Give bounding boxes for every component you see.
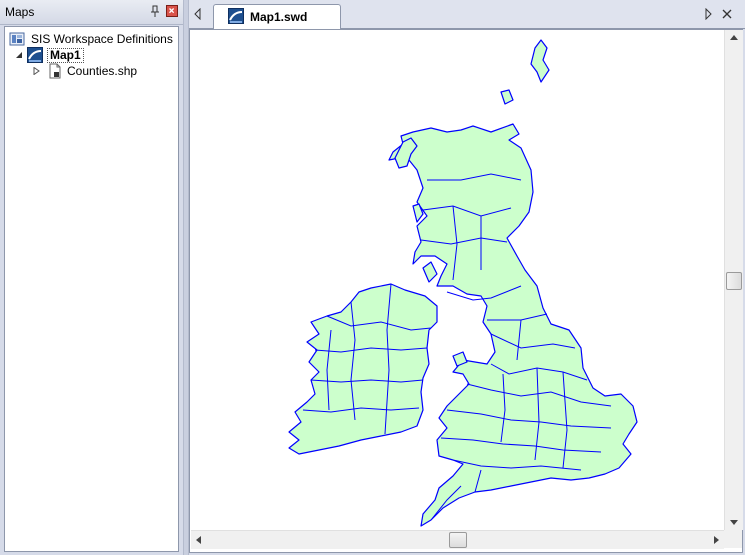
- tree-item-root-label: SIS Workspace Definitions: [31, 32, 173, 46]
- horizontal-scrollbar[interactable]: [191, 530, 724, 549]
- map-icon: [228, 8, 244, 24]
- scroll-down-icon[interactable]: [726, 514, 742, 530]
- scroll-left-icon[interactable]: [191, 532, 207, 548]
- tab-map1[interactable]: Map1.swd: [213, 4, 341, 29]
- scroll-right-icon[interactable]: [708, 532, 724, 548]
- tree-item-map1-label: Map1: [47, 48, 84, 63]
- collapse-arrow-icon[interactable]: [15, 51, 23, 59]
- shapefile-icon: [49, 63, 61, 79]
- maps-pane-header: Maps: [0, 0, 183, 25]
- scrollbar-corner: [724, 530, 742, 548]
- chevron-right-icon[interactable]: [703, 8, 713, 20]
- scroll-up-icon[interactable]: [726, 30, 742, 46]
- workspace-tree: SIS Workspace Definitions Map1 Counties.…: [4, 26, 179, 552]
- vertical-scrollbar[interactable]: [724, 30, 743, 530]
- close-tab-icon[interactable]: [721, 8, 733, 20]
- workspace-icon: [9, 32, 25, 46]
- chevron-left-icon[interactable]: [193, 8, 203, 20]
- document-tab-strip: Map1.swd: [189, 0, 745, 29]
- vertical-scroll-thumb[interactable]: [726, 272, 742, 290]
- tree-item-counties-label: Counties.shp: [67, 64, 138, 78]
- document-area: Map1.swd: [189, 0, 745, 555]
- map-frame: [189, 29, 743, 553]
- map-region-ireland: [288, 283, 438, 455]
- map-icon: [27, 47, 43, 63]
- map-canvas[interactable]: [191, 30, 724, 530]
- tab-map1-label: Map1.swd: [250, 10, 308, 24]
- close-pane-icon[interactable]: [166, 5, 178, 17]
- maps-pane: Maps SIS Workspace Definitions Map1 Coun…: [0, 0, 183, 555]
- expand-arrow-icon[interactable]: [33, 67, 41, 75]
- counties-map[interactable]: [191, 30, 724, 530]
- horizontal-scroll-thumb[interactable]: [449, 532, 467, 548]
- maps-pane-title: Maps: [5, 5, 35, 19]
- pin-icon[interactable]: [148, 4, 162, 18]
